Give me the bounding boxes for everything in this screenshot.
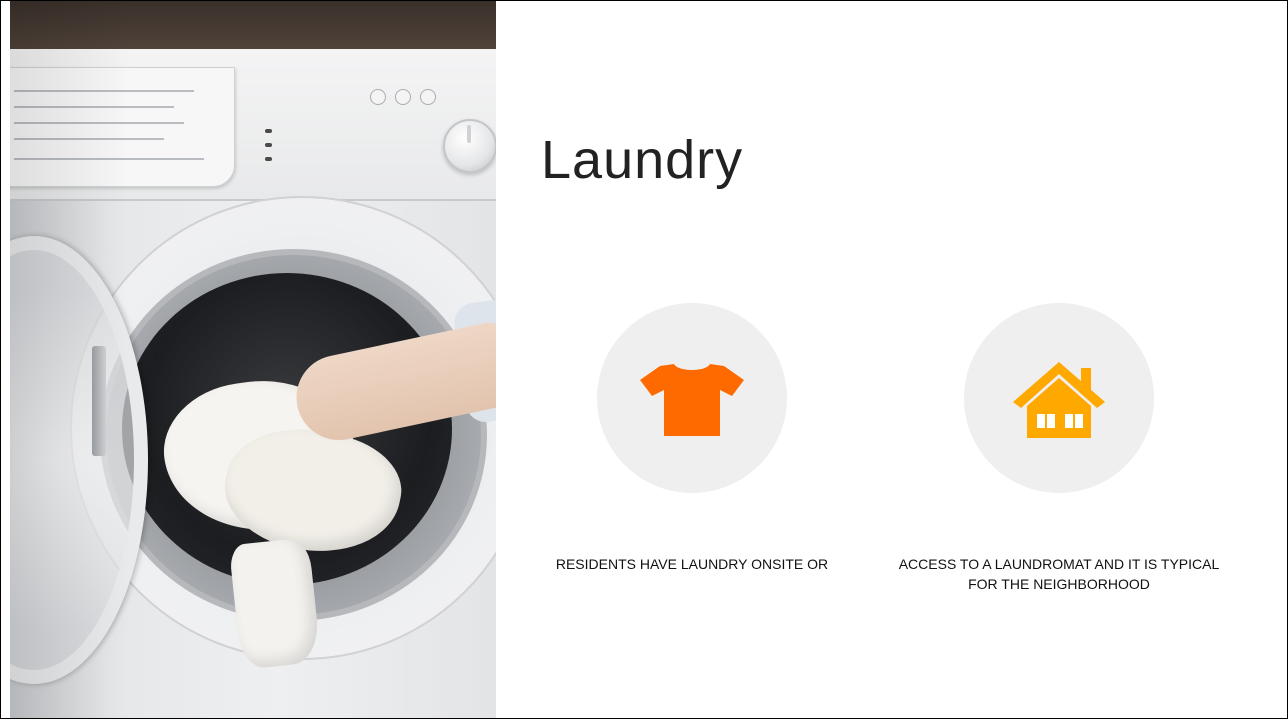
slide-title: Laundry <box>541 130 744 190</box>
house-icon <box>1013 362 1105 438</box>
house-icon-circle <box>964 303 1154 493</box>
washing-machine-photo <box>10 1 496 718</box>
caption-laundry-onsite: RESIDENTS HAVE LAUNDRY ONSITE OR <box>555 556 829 572</box>
tshirt-icon-circle <box>597 303 787 493</box>
slide: Laundry RESIDENTS HAVE LAUNDRY ONSITE OR… <box>0 0 1288 719</box>
tshirt-icon <box>640 364 744 436</box>
caption-laundromat-access: ACCESS TO A LAUNDROMAT AND IT IS TYPICAL… <box>898 556 1220 592</box>
